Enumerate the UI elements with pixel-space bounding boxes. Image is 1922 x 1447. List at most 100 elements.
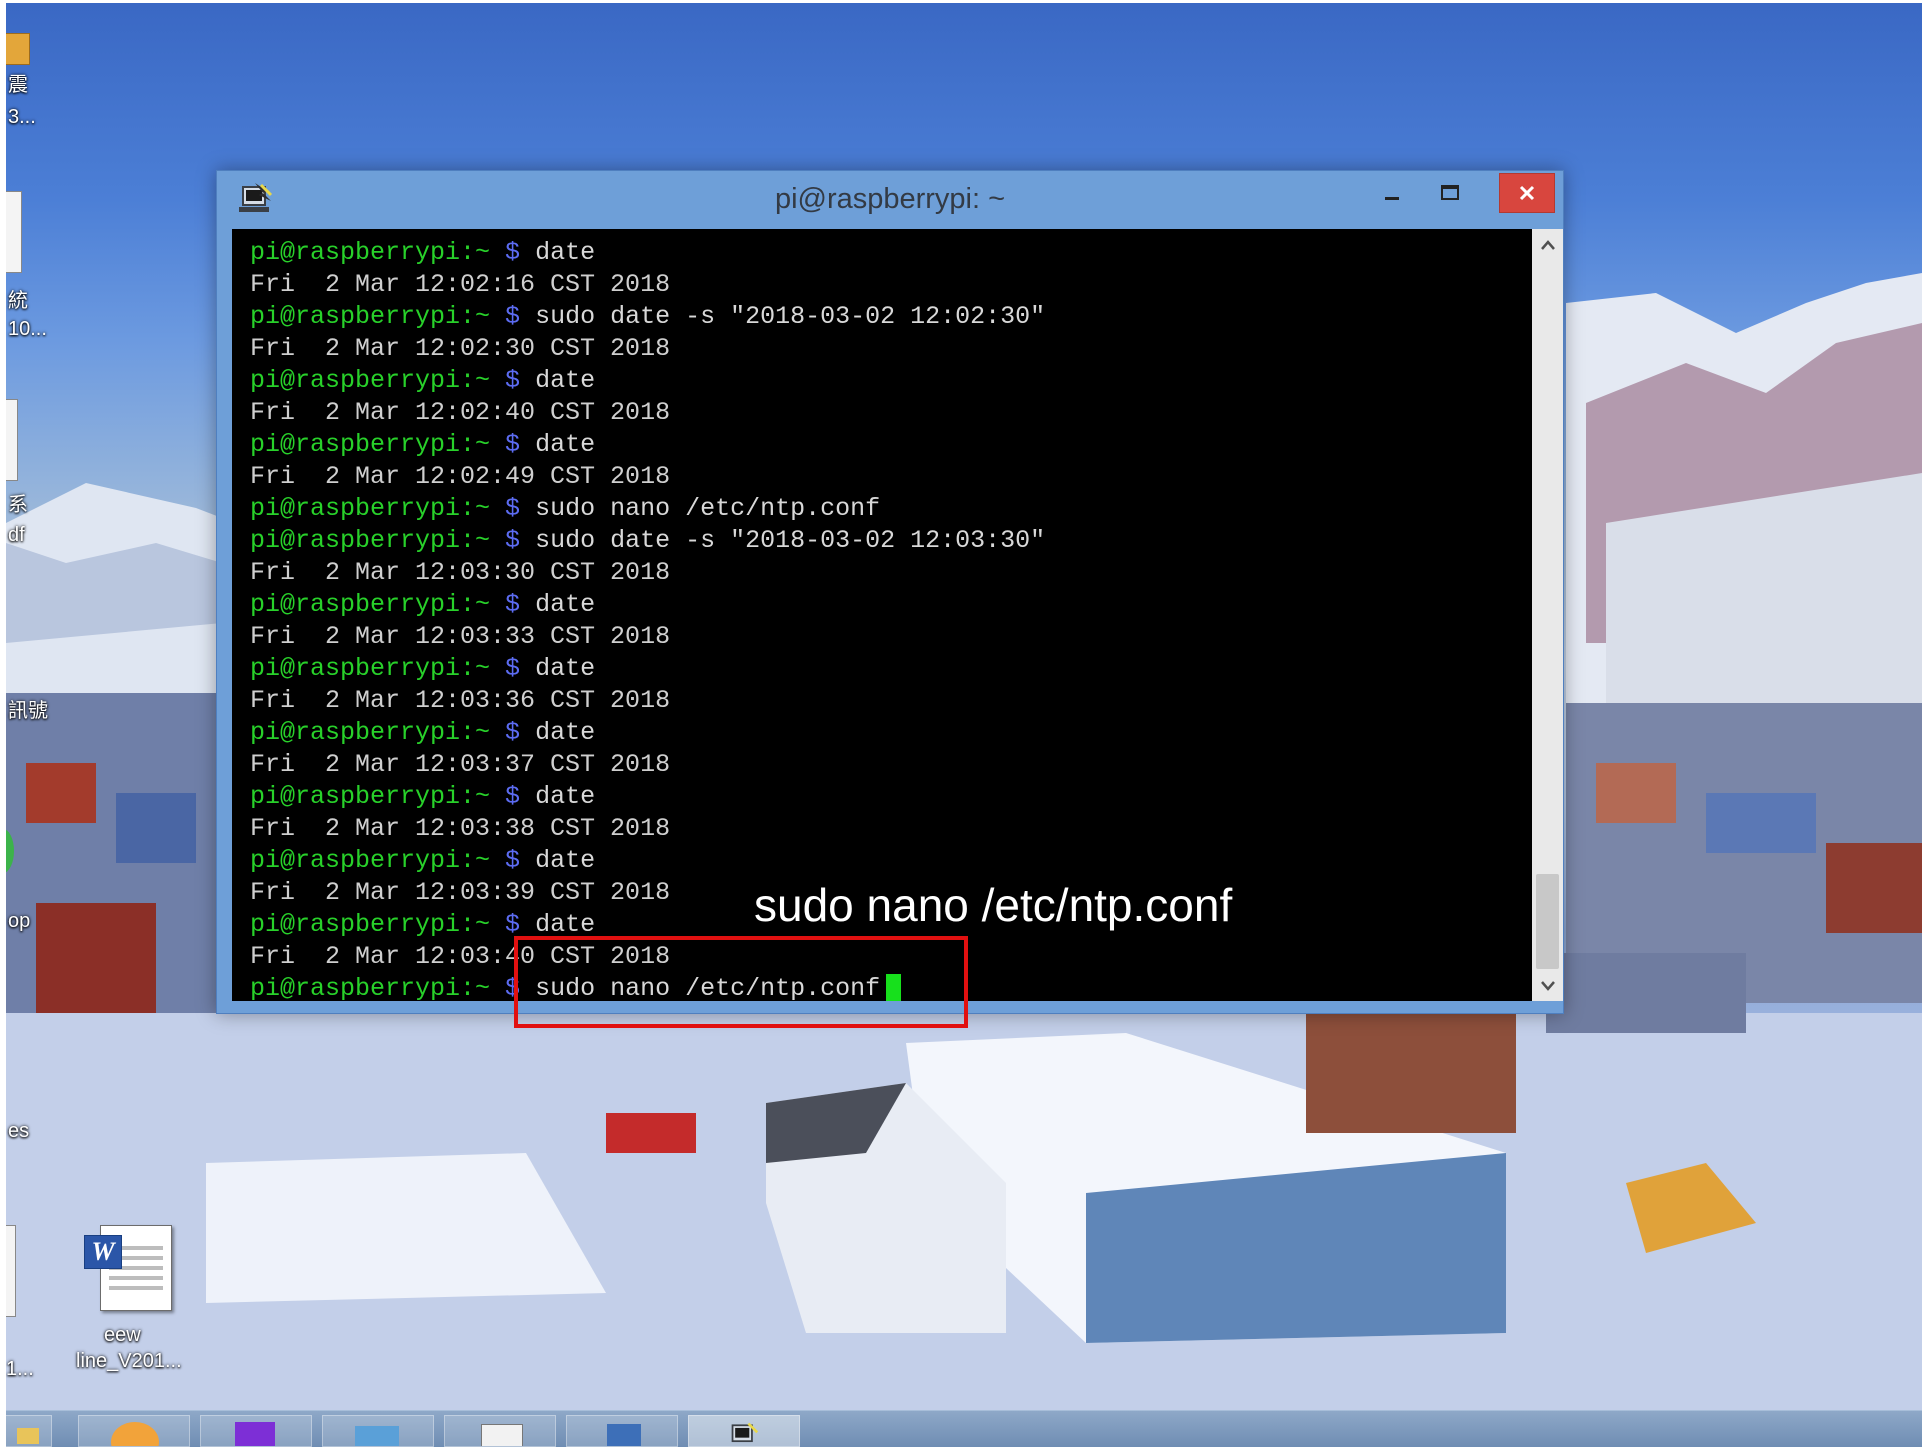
terminal-command-line: pi@raspberrypi:~ $ date	[250, 845, 1045, 877]
output-text: Fri 2 Mar 12:02:40 CST 2018	[250, 398, 671, 427]
chevron-up-icon	[1540, 240, 1555, 250]
close-button[interactable]	[1499, 173, 1555, 213]
prompt-user: pi@raspberrypi:~	[250, 910, 506, 939]
chevron-down-icon	[1540, 981, 1555, 991]
command-text: date	[535, 718, 596, 747]
taskbar-item-putty[interactable]	[688, 1415, 800, 1447]
prompt-symbol: $	[505, 494, 536, 523]
prompt-user: pi@raspberrypi:~	[250, 718, 506, 747]
prompt-symbol: $	[505, 910, 536, 939]
prompt-symbol: $	[505, 718, 536, 747]
command-text: sudo date -s "2018-03-02 12:02:30"	[535, 302, 1046, 331]
terminal-command-line: pi@raspberrypi:~ $ sudo nano /etc/ntp.co…	[250, 493, 1045, 525]
terminal-command-line: pi@raspberrypi:~ $ date	[250, 429, 1045, 461]
output-text: Fri 2 Mar 12:02:30 CST 2018	[250, 334, 671, 363]
command-text: date	[535, 366, 596, 395]
taskbar-item-app[interactable]	[200, 1415, 312, 1447]
taskbar-item-explorer[interactable]	[2, 1415, 52, 1447]
minimize-button[interactable]	[1363, 173, 1421, 213]
desktop-icon-label: df	[8, 524, 25, 546]
maximize-button[interactable]	[1421, 173, 1479, 213]
terminal-output-line: Fri 2 Mar 12:02:30 CST 2018	[250, 333, 1045, 365]
prompt-user: pi@raspberrypi:~	[250, 846, 506, 875]
command-text: date	[535, 238, 596, 267]
prompt-symbol: $	[505, 782, 536, 811]
prompt-symbol: $	[505, 846, 536, 875]
terminal-output-line: Fri 2 Mar 12:03:38 CST 2018	[250, 813, 1045, 845]
output-text: Fri 2 Mar 12:03:37 CST 2018	[250, 750, 671, 779]
prompt-user: pi@raspberrypi:~	[250, 782, 506, 811]
app-icon	[235, 1422, 275, 1446]
scroll-up-button[interactable]	[1532, 229, 1563, 261]
desktop-icon-label: 系	[8, 494, 28, 516]
taskbar-item-control-panel[interactable]	[322, 1415, 434, 1447]
prompt-symbol: $	[505, 430, 536, 459]
prompt-symbol: $	[505, 526, 536, 555]
output-text: Fri 2 Mar 12:03:36 CST 2018	[250, 686, 671, 715]
command-text: date	[535, 430, 596, 459]
prompt-user: pi@raspberrypi:~	[250, 526, 506, 555]
maximize-icon	[1441, 185, 1459, 200]
desktop-icon-label: 1...	[6, 1358, 34, 1380]
folder-icon	[17, 1428, 39, 1444]
taskbar-item-media[interactable]	[78, 1415, 190, 1447]
terminal-output-line: Fri 2 Mar 12:02:16 CST 2018	[250, 269, 1045, 301]
terminal-command-line: pi@raspberrypi:~ $ date	[250, 717, 1045, 749]
terminal-output-line: Fri 2 Mar 12:03:33 CST 2018	[250, 621, 1045, 653]
desktop-icon-3[interactable]	[6, 399, 18, 481]
command-text: sudo nano /etc/ntp.conf	[535, 494, 881, 523]
prompt-symbol: $	[505, 302, 536, 331]
prompt-user: pi@raspberrypi:~	[250, 974, 506, 1001]
window-titlebar[interactable]: pi@raspberrypi: ~	[217, 171, 1563, 229]
desktop-icon-5[interactable]	[6, 1225, 16, 1317]
window-title: pi@raspberrypi: ~	[774, 183, 1006, 215]
prompt-symbol: $	[505, 366, 536, 395]
prompt-user: pi@raspberrypi:~	[250, 430, 506, 459]
scroll-thumb[interactable]	[1536, 874, 1559, 969]
terminal-command-line: pi@raspberrypi:~ $ sudo date -s "2018-03…	[250, 301, 1045, 333]
terminal-command-line: pi@raspberrypi:~ $ date	[250, 365, 1045, 397]
desktop-icon-label: 震	[8, 74, 28, 96]
output-text: Fri 2 Mar 12:02:49 CST 2018	[250, 462, 671, 491]
desktop-icon-label: 10...	[8, 318, 47, 340]
taskbar-item-network[interactable]	[566, 1415, 678, 1447]
desktop-icon-1[interactable]	[6, 33, 30, 65]
terminal-output-line: Fri 2 Mar 12:03:36 CST 2018	[250, 685, 1045, 717]
output-text: Fri 2 Mar 12:03:30 CST 2018	[250, 558, 671, 587]
desktop-icon-label: eew	[104, 1324, 141, 1346]
terminal-output-line: Fri 2 Mar 12:02:40 CST 2018	[250, 397, 1045, 429]
prompt-symbol: $	[505, 238, 536, 267]
terminal-command-line: pi@raspberrypi:~ $ date	[250, 781, 1045, 813]
desktop-icon-label: es	[8, 1120, 30, 1142]
terminal-output-line: Fri 2 Mar 12:02:49 CST 2018	[250, 461, 1045, 493]
prompt-user: pi@raspberrypi:~	[250, 238, 506, 267]
command-text: date	[535, 782, 596, 811]
output-text: Fri 2 Mar 12:03:33 CST 2018	[250, 622, 671, 651]
desktop-icon-2[interactable]	[6, 191, 22, 273]
terminal-command-line: pi@raspberrypi:~ $ date	[250, 589, 1045, 621]
terminal-command-line: pi@raspberrypi:~ $ date	[250, 653, 1045, 685]
command-text: sudo date -s "2018-03-02 12:03:30"	[535, 526, 1046, 555]
desktop-icon-word-document[interactable]: W eew line_V201...	[76, 1221, 186, 1372]
output-text: Fri 2 Mar 12:03:39 CST 2018	[250, 878, 671, 907]
annotation-caption: sudo nano /etc/ntp.conf	[754, 879, 1233, 931]
command-text: date	[535, 846, 596, 875]
prompt-user: pi@raspberrypi:~	[250, 302, 506, 331]
terminal-command-line: pi@raspberrypi:~ $ date	[250, 237, 1045, 269]
desktop-icon-label: 3...	[8, 106, 36, 128]
command-text: date	[535, 910, 596, 939]
desktop-icon-label: line_V201...	[76, 1350, 182, 1372]
terminal-output-line: Fri 2 Mar 12:03:37 CST 2018	[250, 749, 1045, 781]
word-badge-icon: W	[84, 1235, 122, 1269]
taskbar-item-notepad[interactable]	[444, 1415, 556, 1447]
taskbar	[2, 1410, 1922, 1447]
control-panel-icon	[355, 1426, 399, 1446]
terminal-command-line: pi@raspberrypi:~ $ sudo date -s "2018-03…	[250, 525, 1045, 557]
scroll-down-button[interactable]	[1532, 969, 1563, 1001]
prompt-user: pi@raspberrypi:~	[250, 494, 506, 523]
output-text: Fri 2 Mar 12:02:16 CST 2018	[250, 270, 671, 299]
desktop-icon-label: op	[8, 910, 31, 932]
annotation-highlight-box	[514, 936, 968, 1028]
terminal-output-line: Fri 2 Mar 12:03:30 CST 2018	[250, 557, 1045, 589]
vertical-scrollbar[interactable]	[1532, 229, 1563, 1001]
